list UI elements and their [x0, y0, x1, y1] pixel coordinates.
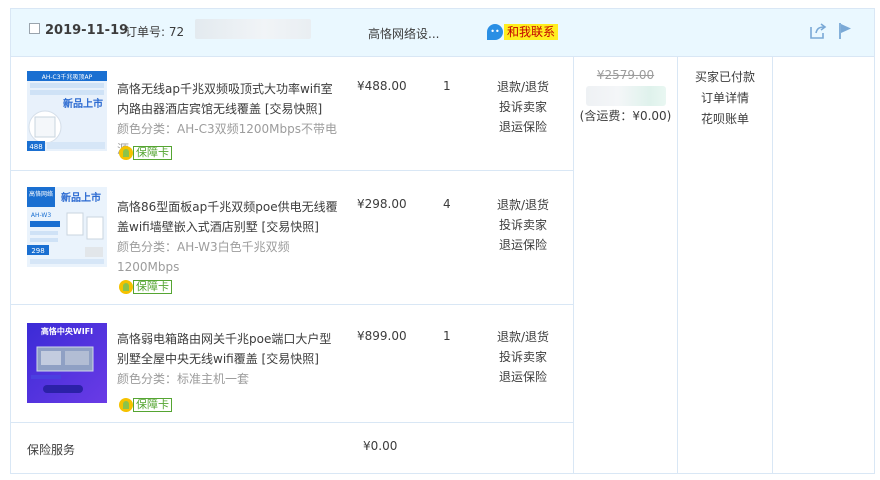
guarantee-label: 保障卡: [133, 397, 172, 412]
order-item-row: 高恪中央WIFI 高恪弱电箱路由网关千兆poe端口大户型别墅全屋中央无线wifi…: [11, 305, 573, 423]
share-icon[interactable]: [809, 22, 827, 40]
guarantee-badge[interactable]: 保障卡: [119, 145, 172, 160]
shop-name-link[interactable]: 高恪网络设...: [368, 25, 439, 42]
order-item-row: 高恪网络 新品上市 AH-W3 298 高恪86型面板ap千兆双频poe供电无线…: [11, 171, 573, 305]
item-actions: 退款/退货 投诉卖家 退运保险: [493, 327, 553, 387]
thumb-headline: 新品上市: [63, 97, 103, 110]
thumb-price: 298: [31, 247, 44, 255]
complain-seller-link[interactable]: 投诉卖家: [493, 347, 553, 367]
return-insurance-link[interactable]: 退运保险: [493, 117, 553, 137]
product-name-link[interactable]: 高恪弱电箱路由网关千兆poe端口大户型别墅全屋中央无线wifi覆盖 [交易快照]: [117, 329, 343, 369]
thumb-headline: 新品上市: [61, 191, 101, 204]
product-thumbnail[interactable]: AH-C3千兆吸顶AP 新品上市 488: [27, 71, 107, 151]
item-actions: 退款/退货 投诉卖家 退运保险: [493, 195, 553, 255]
return-insurance-link[interactable]: 退运保险: [493, 367, 553, 387]
product-name-link[interactable]: 高恪无线ap千兆双频吸顶式大功率wifi室内路由器酒店宾馆无线覆盖 [交易快照]: [117, 79, 343, 119]
contact-seller-button[interactable]: •• 和我联系: [487, 22, 559, 42]
unit-price: ¥298.00: [357, 197, 407, 211]
guarantee-label: 保障卡: [133, 279, 172, 294]
thumb-price: 488: [29, 143, 42, 151]
guarantee-badge[interactable]: 保障卡: [119, 279, 172, 294]
order-status-column: 买家已付款 订单详情 花呗账单: [678, 67, 772, 130]
shipping-fee: (含运费：¥0.00): [579, 109, 672, 123]
complain-seller-link[interactable]: 投诉卖家: [493, 215, 553, 235]
chat-bubble-icon: ••: [487, 24, 503, 40]
complain-seller-link[interactable]: 投诉卖家: [493, 97, 553, 117]
refund-return-link[interactable]: 退款/退货: [493, 77, 553, 97]
order-item-row: AH-C3千兆吸顶AP 新品上市 488 高恪无线ap千兆双频吸顶式大功率wif…: [11, 57, 573, 171]
order-number-label: 订单号: 72: [125, 25, 185, 39]
product-thumbnail[interactable]: 高恪中央WIFI: [27, 323, 107, 403]
guarantee-icon: [119, 145, 133, 160]
unit-price: ¥899.00: [357, 329, 407, 343]
thumb-model-text: AH-C3千兆吸顶AP: [42, 73, 93, 81]
contact-seller-label: 和我联系: [504, 24, 559, 40]
product-attribute: 颜色分类：AH-W3白色千兆双频1200Mbps: [117, 240, 290, 274]
original-total-price: ¥2579.00: [596, 68, 655, 82]
insurance-price: ¥0.00: [363, 439, 398, 453]
order-detail-link[interactable]: 订单详情: [678, 88, 772, 109]
refund-return-link[interactable]: 退款/退货: [493, 195, 553, 215]
thumb-model-text: AH-W3: [31, 212, 51, 219]
order-total-column: ¥2579.00 (含运费：¥0.00): [574, 65, 677, 126]
quantity: 1: [443, 79, 451, 93]
order-header: 2019-11-19 订单号: 72 高恪网络设... •• 和我联系: [11, 9, 874, 57]
product-name-link[interactable]: 高恪86型面板ap千兆双频poe供电无线覆盖wifi墙壁嵌入式酒店别墅 [交易快…: [117, 197, 343, 237]
thumb-headline: 高恪中央WIFI: [41, 326, 93, 336]
product-thumbnail[interactable]: 高恪网络 新品上市 AH-W3 298: [27, 187, 107, 267]
guarantee-label: 保障卡: [133, 145, 172, 160]
quantity: 4: [443, 197, 451, 211]
thumb-brand: 高恪网络: [29, 190, 53, 198]
flag-icon[interactable]: [837, 22, 853, 40]
item-actions: 退款/退货 投诉卖家 退运保险: [493, 77, 553, 137]
order-number-redacted: [195, 19, 311, 39]
insurance-service-label: 保险服务: [27, 443, 76, 457]
quantity: 1: [443, 329, 451, 343]
order-status: 买家已付款: [694, 70, 755, 84]
unit-price: ¥488.00: [357, 79, 407, 93]
huabei-bill-link[interactable]: 花呗账单: [678, 109, 772, 130]
guarantee-icon: [119, 397, 133, 412]
order-card: 2019-11-19 订单号: 72 高恪网络设... •• 和我联系 AH-C…: [10, 8, 875, 474]
refund-return-link[interactable]: 退款/退货: [493, 327, 553, 347]
guarantee-icon: [119, 279, 133, 294]
guarantee-badge[interactable]: 保障卡: [119, 397, 172, 412]
select-order-checkbox[interactable]: [29, 23, 40, 34]
return-insurance-link[interactable]: 退运保险: [493, 235, 553, 255]
actual-total-redacted: [585, 86, 666, 106]
column-divider: [772, 56, 773, 473]
product-attribute: 颜色分类：标准主机一套: [117, 372, 250, 386]
order-date: 2019-11-19: [45, 23, 129, 38]
